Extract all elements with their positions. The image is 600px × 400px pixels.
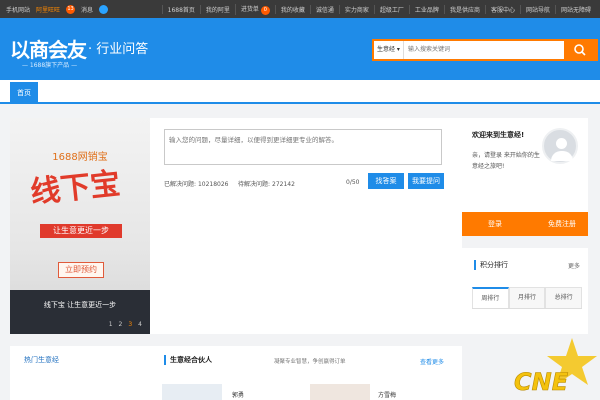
main-nav: 首页 bbox=[0, 80, 600, 104]
partner-photo[interactable] bbox=[310, 384, 370, 400]
banner-page-3[interactable]: 3 bbox=[128, 321, 132, 328]
welcome-text: 亲，请登录 来开始你的生意经之旅吧! bbox=[472, 152, 540, 170]
question-stats: 已解决问题: 10218026 待解决问题: 272142 bbox=[164, 179, 295, 188]
solved-label: 已解决问题: bbox=[164, 181, 197, 188]
banner-page-1[interactable]: 1 bbox=[109, 321, 113, 328]
ranking-more-link[interactable]: 更多 bbox=[568, 261, 580, 270]
nav-accessibility[interactable]: 网站无障碍 bbox=[554, 4, 596, 14]
banner-brand: 1688网销宝 bbox=[52, 152, 108, 163]
partners-more-link[interactable]: 查看更多 bbox=[420, 357, 444, 366]
partner-name[interactable]: 方雪梅 bbox=[378, 390, 396, 399]
nav-1688-home[interactable]: 1688首页 bbox=[161, 4, 200, 14]
search-icon bbox=[574, 44, 586, 56]
login-button[interactable]: 登录 bbox=[488, 212, 502, 236]
question-textarea[interactable] bbox=[164, 129, 442, 165]
partner-photo[interactable] bbox=[162, 384, 222, 400]
partners-section: 生意经合伙人 凝聚专业智慧，争创赢得订单 查看更多 郭勇 方雪梅 bbox=[150, 346, 462, 400]
banner-ribbon: 让生意更近一步 bbox=[40, 224, 122, 238]
avatar-icon bbox=[542, 128, 578, 164]
hot-topics-panel: 热门生意经 bbox=[10, 346, 150, 400]
nav-supplier[interactable]: 我是供应商 bbox=[443, 4, 485, 14]
message-icon bbox=[99, 4, 109, 14]
logo-subtitle: · 行业问答 bbox=[88, 42, 149, 57]
search-scope-select[interactable]: 生意经 ▾ bbox=[374, 41, 404, 59]
search-input[interactable] bbox=[408, 41, 558, 59]
nav-cart[interactable]: 进货单 0 bbox=[234, 3, 275, 15]
banner-page-2[interactable]: 2 bbox=[119, 321, 123, 328]
hot-topics-title[interactable]: 热门生意经 bbox=[24, 355, 59, 365]
search-button[interactable] bbox=[564, 41, 596, 59]
char-counter: 0/50 bbox=[346, 179, 360, 186]
partner-name[interactable]: 郭勇 bbox=[232, 390, 244, 399]
nav-super-factory[interactable]: 超级工厂 bbox=[373, 4, 409, 14]
search-scope-label: 生意经 bbox=[377, 46, 396, 53]
nav-service-center[interactable]: 客服中心 bbox=[484, 4, 520, 14]
banner-cta-button[interactable]: 立即预约 bbox=[58, 262, 104, 278]
nav-strong-merchants[interactable]: 实力商家 bbox=[338, 4, 374, 14]
banner-page-4[interactable]: 4 bbox=[138, 321, 142, 328]
mobile-site-link[interactable]: 手机网站 bbox=[6, 5, 30, 14]
solved-count: 10218026 bbox=[197, 181, 229, 188]
wangwang-link[interactable]: 阿里旺旺 bbox=[36, 5, 60, 14]
partners-title: 生意经合伙人 bbox=[164, 355, 212, 365]
nav-site-map[interactable]: 网站导航 bbox=[519, 4, 555, 14]
site-header: 以商会友 · 行业问答 — 1688旗下产品 — 生意经 ▾ bbox=[0, 18, 600, 80]
welcome-title: 欢迎来到生意经! bbox=[472, 131, 525, 139]
promo-banner[interactable]: 1688网销宝 线下宝 让生意更近一步 立即预约 线下宝 让生意更近一步 1 2… bbox=[10, 118, 150, 334]
cne-watermark-logo: CNE bbox=[514, 338, 597, 396]
tab-total-ranking[interactable]: 总排行 bbox=[545, 287, 583, 308]
ranking-title: 积分排行 bbox=[474, 260, 508, 270]
points-ranking-panel: 积分排行 更多 周排行 月排行 总排行 bbox=[462, 248, 588, 334]
top-bar: 手机网站 阿里旺旺 13 消息 1688首页 我的阿里 进货单 0 我的收藏 诚… bbox=[0, 0, 600, 18]
nav-my-alibaba[interactable]: 我的阿里 bbox=[199, 4, 235, 14]
cart-label: 进货单 bbox=[240, 5, 259, 13]
nav-favorites[interactable]: 我的收藏 bbox=[274, 4, 310, 14]
cart-count-badge: 0 bbox=[260, 5, 270, 15]
tab-monthly-ranking[interactable]: 月排行 bbox=[508, 287, 546, 308]
banner-caption: 线下宝 让生意更近一步 bbox=[43, 301, 117, 309]
site-slogan: — 1688旗下产品 — bbox=[22, 62, 78, 69]
site-logo[interactable]: 以商会友 bbox=[10, 34, 87, 63]
partners-subtitle: 凝聚专业智慧，争创赢得订单 bbox=[274, 359, 346, 365]
nav-chengxintong[interactable]: 诚信通 bbox=[309, 4, 339, 14]
nav-industrial-brands[interactable]: 工业品牌 bbox=[408, 4, 444, 14]
messages-link[interactable]: 消息 bbox=[81, 5, 93, 14]
banner-pagination: 1 2 3 4 bbox=[109, 321, 142, 328]
pending-count: 272142 bbox=[272, 181, 295, 188]
ask-question-panel: 已解决问题: 10218026 待解决问题: 272142 0/50 找答案 我… bbox=[150, 118, 462, 334]
watermark-text: CNE bbox=[514, 368, 569, 396]
notification-badge: 13 bbox=[66, 4, 76, 14]
banner-headline: 线下宝 bbox=[28, 166, 122, 211]
register-button[interactable]: 免费注册 bbox=[548, 212, 576, 236]
ranking-tabs: 周排行 月排行 总排行 bbox=[472, 287, 583, 309]
search-box: 生意经 ▾ bbox=[372, 39, 598, 61]
pending-label: 待解决问题: bbox=[238, 181, 271, 188]
login-bar: 登录 免费注册 bbox=[462, 212, 588, 236]
tab-weekly-ranking[interactable]: 周排行 bbox=[472, 287, 509, 308]
tab-home[interactable]: 首页 bbox=[10, 82, 38, 104]
ask-question-button[interactable]: 我要提问 bbox=[408, 173, 444, 189]
find-answer-button[interactable]: 找答案 bbox=[368, 173, 404, 189]
